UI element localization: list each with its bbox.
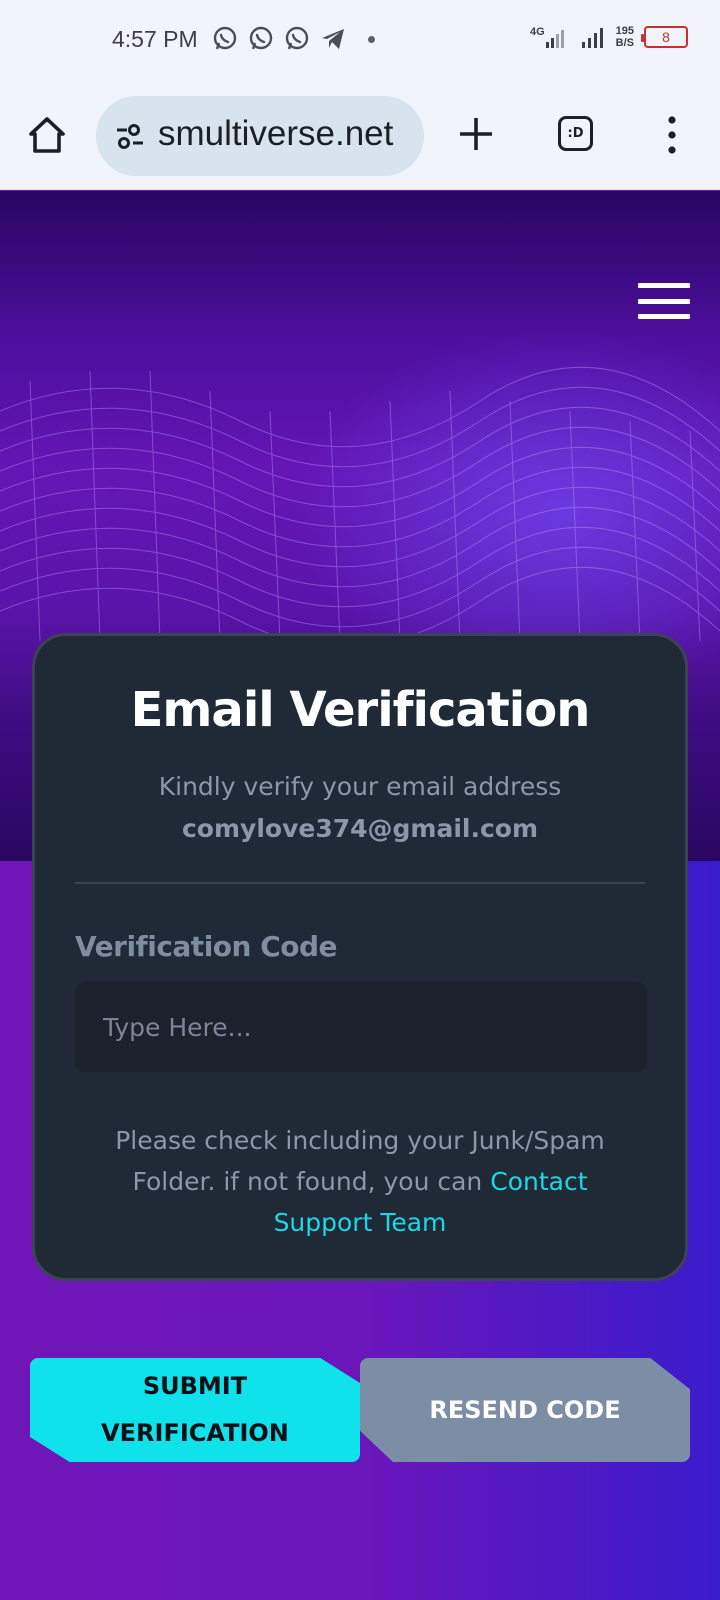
submit-label-line2: VERIFICATION <box>101 1419 289 1447</box>
submit-verification-button[interactable]: SUBMIT VERIFICATION <box>30 1358 360 1462</box>
help-text: Please check including your Junk/Spam Fo… <box>85 1120 635 1243</box>
system-indicators: 4G 195 B/S 8 <box>530 24 688 50</box>
status-bar: 4:57 PM 4G 195 B/S 8 <box>0 0 720 80</box>
verification-instructions: Kindly verify your email address <box>158 772 562 801</box>
page-title: Email Verification <box>130 682 591 738</box>
address-bar[interactable]: smultiverse.net <box>96 96 424 176</box>
home-icon[interactable] <box>26 114 68 156</box>
resend-code-button[interactable]: RESEND CODE <box>360 1358 690 1462</box>
web-page: Email Verification Kindly verify your em… <box>0 191 720 1600</box>
more-notifications-dot <box>368 35 375 43</box>
hamburger-menu-icon[interactable] <box>638 283 690 319</box>
tab-switcher-button[interactable]: :D <box>558 116 593 151</box>
network-type-label: 4G <box>530 26 545 38</box>
tab-switcher-label: :D <box>567 126 584 141</box>
overflow-menu-icon[interactable] <box>660 114 684 156</box>
telegram-icon <box>322 29 344 49</box>
verification-code-label: Verification Code <box>75 930 338 963</box>
notification-icons <box>212 26 375 52</box>
site-settings-icon[interactable] <box>114 122 146 150</box>
url-text[interactable]: smultiverse.net <box>158 114 393 154</box>
status-time: 4:57 PM <box>112 26 198 52</box>
verification-code-input[interactable] <box>75 982 647 1072</box>
network-speed: 195 B/S <box>616 25 634 49</box>
user-email: comylove374@gmail.com <box>181 814 539 843</box>
verification-card: Email Verification Kindly verify your em… <box>32 633 688 1281</box>
network-speed-value: 195 <box>615 25 634 37</box>
browser-toolbar: smultiverse.net :D <box>0 80 720 190</box>
divider <box>75 882 645 884</box>
submit-verification-label: SUBMIT VERIFICATION <box>101 1363 289 1457</box>
whatsapp-icon <box>285 26 309 50</box>
submit-label-line1: SUBMIT <box>142 1372 248 1400</box>
resend-code-label: RESEND CODE <box>429 1395 621 1424</box>
signal-icon <box>581 28 603 48</box>
battery-level: 8 <box>662 29 670 45</box>
whatsapp-icon <box>249 26 273 50</box>
network-speed-unit: B/S <box>615 37 634 49</box>
whatsapp-icon <box>213 26 237 50</box>
wireframe-terrain-graphic <box>0 366 720 648</box>
battery-icon: 8 <box>641 26 688 48</box>
new-tab-icon[interactable] <box>456 114 496 154</box>
signal-4g-icon: 4G <box>530 26 564 48</box>
